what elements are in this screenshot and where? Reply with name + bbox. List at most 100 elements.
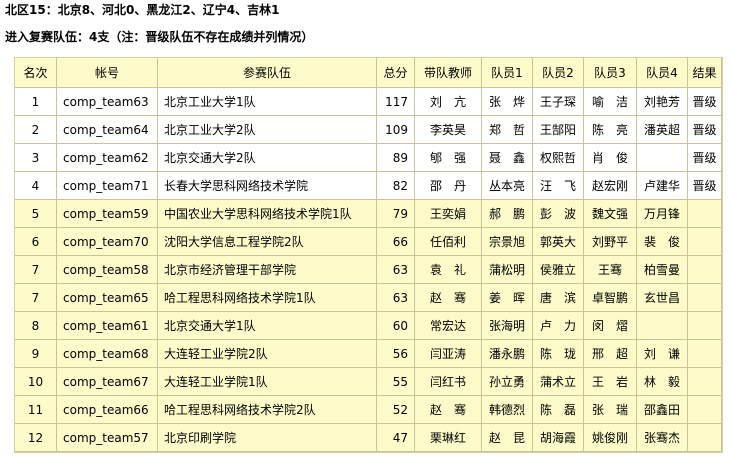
cell-team: 北京市经济管理干部学院 (158, 256, 377, 284)
cell-member2: 蒲术立 (533, 368, 584, 396)
cell-teacher: 任佰利 (415, 228, 482, 256)
cell-member2: 王子琛 (533, 88, 584, 116)
column-header-member1: 队员1 (482, 58, 533, 88)
cell-team: 北京工业大学1队 (158, 88, 377, 116)
cell-result (688, 200, 722, 228)
table-row: 7 comp_team58 北京市经济管理干部学院 63 袁 礼蒲松明 侯雅立 王骞 柏雪曼 (15, 256, 722, 284)
cell-rank: 10 (15, 368, 57, 396)
table-row: 2 comp_team64 北京工业大学2队 109 李英昊郑 哲王郜阳陈 亮潘英超 晋级 (15, 116, 722, 144)
cell-teacher: 李英昊 (415, 116, 482, 144)
cell-member2: 王郜阳 (533, 116, 584, 144)
cell-rank: 9 (15, 340, 57, 368)
cell-result (688, 396, 722, 424)
cell-result: 晋级 (688, 144, 722, 172)
cell-rank: 5 (15, 200, 57, 228)
cell-teacher: 赵 骞 (415, 396, 482, 424)
cell-account: comp_team61 (57, 312, 158, 340)
cell-member3: 邢 超 (584, 340, 637, 368)
cell-member2: 权熙哲 (533, 144, 584, 172)
advance-note: 进入复赛队伍：4支（注：晋级队伍不存在成绩并列情况） (5, 30, 314, 44)
cell-teacher: 赵 骞 (415, 284, 482, 312)
cell-result (688, 228, 722, 256)
cell-member3: 张 瑞 (584, 396, 637, 424)
cell-member4: 邵鑫田 (637, 396, 688, 424)
cell-member4: 张骞杰 (637, 424, 688, 452)
table-row: 9 comp_team68 大连轻工业学院2队 56 闫亚涛 潘永鹏陈 珑邢 超刘 谦 (15, 340, 722, 368)
cell-teacher: 王奕娟 (415, 200, 482, 228)
cell-member2: 郭英大 (533, 228, 584, 256)
cell-member1: 蒲松明 (482, 256, 533, 284)
column-header-member3: 队员3 (584, 58, 637, 88)
cell-team: 北京交通大学1队 (158, 312, 377, 340)
cell-rank: 3 (15, 144, 57, 172)
cell-member1: 姜 晖 (482, 284, 533, 312)
cell-score: 117 (377, 88, 415, 116)
cell-result (688, 256, 722, 284)
table-row: 1 comp_team63 北京工业大学1队 117 刘 亢张 烨王子琛喻 洁刘艳芳 晋级 (15, 88, 722, 116)
table-row: 7 comp_team65 哈工程思科网络技术学院1队 63 赵 骞姜 晖唐 滨卓智鹏玄… (15, 284, 722, 312)
cell-result (688, 312, 722, 340)
cell-rank: 11 (15, 396, 57, 424)
cell-account: comp_team66 (57, 396, 158, 424)
cell-score: 79 (377, 200, 415, 228)
cell-teacher: 闫红书 (415, 368, 482, 396)
cell-member3: 王 岩 (584, 368, 637, 396)
cell-account: comp_team59 (57, 200, 158, 228)
cell-team: 沈阳大学信息工程学院2队 (158, 228, 377, 256)
column-header-account: 帐号 (57, 58, 158, 88)
cell-rank: 7 (15, 256, 57, 284)
cell-score: 89 (377, 144, 415, 172)
cell-score: 55 (377, 368, 415, 396)
table-row: 5 comp_team59 中国农业大学思科网络技术学院1队 79 王奕娟郝 鹏彭 波魏… (15, 200, 722, 228)
cell-account: comp_team64 (57, 116, 158, 144)
cell-member1: 韩德烈 (482, 396, 533, 424)
cell-member1: 孙立勇 (482, 368, 533, 396)
cell-team: 中国农业大学思科网络技术学院1队 (158, 200, 377, 228)
cell-member1: 宗景旭 (482, 228, 533, 256)
cell-rank: 4 (15, 172, 57, 200)
cell-score: 66 (377, 228, 415, 256)
cell-member3: 赵宏刚 (584, 172, 637, 200)
cell-account: comp_team71 (57, 172, 158, 200)
cell-result (688, 368, 722, 396)
cell-team: 北京印刷学院 (158, 424, 377, 452)
table-row: 3 comp_team62 北京交通大学2队 89 郇 强聂 鑫权熙哲肖 俊 晋级 (15, 144, 722, 172)
cell-team: 北京工业大学2队 (158, 116, 377, 144)
table-row: 12 comp_team57 北京印刷学院 47 栗琳红赵 昆胡海霞 姚俊刚 张骞杰 (15, 424, 722, 452)
cell-member2: 汪 飞 (533, 172, 584, 200)
cell-rank: 6 (15, 228, 57, 256)
cell-team: 北京交通大学2队 (158, 144, 377, 172)
cell-member1: 张 烨 (482, 88, 533, 116)
cell-score: 63 (377, 284, 415, 312)
table-row: 8 comp_team61 北京交通大学1队 60 常宏达 张海明卢 力闵 熠 (15, 312, 722, 340)
cell-teacher: 邵 丹 (415, 172, 482, 200)
cell-member2: 卢 力 (533, 312, 584, 340)
table-row: 10 comp_team67 大连轻工业学院1队 55 闫红书 孙立勇 蒲术立王 岩林 毅 (15, 368, 722, 396)
cell-rank: 2 (15, 116, 57, 144)
cell-member4: 玄世昌 (637, 284, 688, 312)
cell-account: comp_team70 (57, 228, 158, 256)
cell-member2: 唐 滨 (533, 284, 584, 312)
cell-result (688, 284, 722, 312)
cell-result: 晋级 (688, 172, 722, 200)
region-summary: 北区15：北京8、河北0、黑龙江2、辽宁4、吉林1 (5, 3, 280, 17)
column-header-rank: 名次 (15, 58, 57, 88)
cell-member2: 彭 波 (533, 200, 584, 228)
cell-score: 52 (377, 396, 415, 424)
cell-rank: 12 (15, 424, 57, 452)
cell-team: 大连轻工业学院2队 (158, 340, 377, 368)
column-header-teacher: 带队教师 (415, 58, 482, 88)
cell-member4: 潘英超 (637, 116, 688, 144)
cell-account: comp_team65 (57, 284, 158, 312)
cell-score: 47 (377, 424, 415, 452)
table-row: 4 comp_team71 长春大学思科网络技术学院 82 邵 丹丛本亮汪 飞赵宏刚 卢建… (15, 172, 722, 200)
cell-account: comp_team58 (57, 256, 158, 284)
column-header-team: 参赛队伍 (158, 58, 377, 88)
cell-account: comp_team67 (57, 368, 158, 396)
cell-result: 晋级 (688, 88, 722, 116)
cell-account: comp_team62 (57, 144, 158, 172)
table-row: 11 comp_team66 哈工程思科网络技术学院2队 52 赵 骞韩德烈陈 磊张 瑞… (15, 396, 722, 424)
cell-teacher: 栗琳红 (415, 424, 482, 452)
column-header-member2: 队员2 (533, 58, 584, 88)
cell-member2: 胡海霞 (533, 424, 584, 452)
